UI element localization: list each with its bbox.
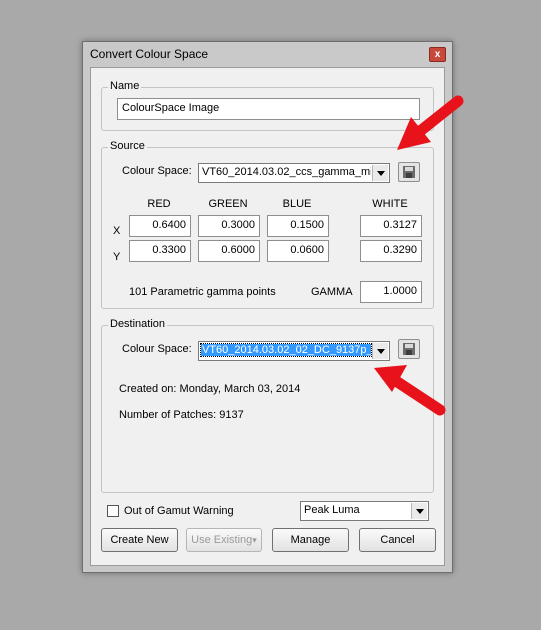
annotation-arrow-destination (374, 365, 446, 416)
annotation-arrow-source (397, 95, 464, 150)
annotation-arrows (374, 95, 464, 416)
